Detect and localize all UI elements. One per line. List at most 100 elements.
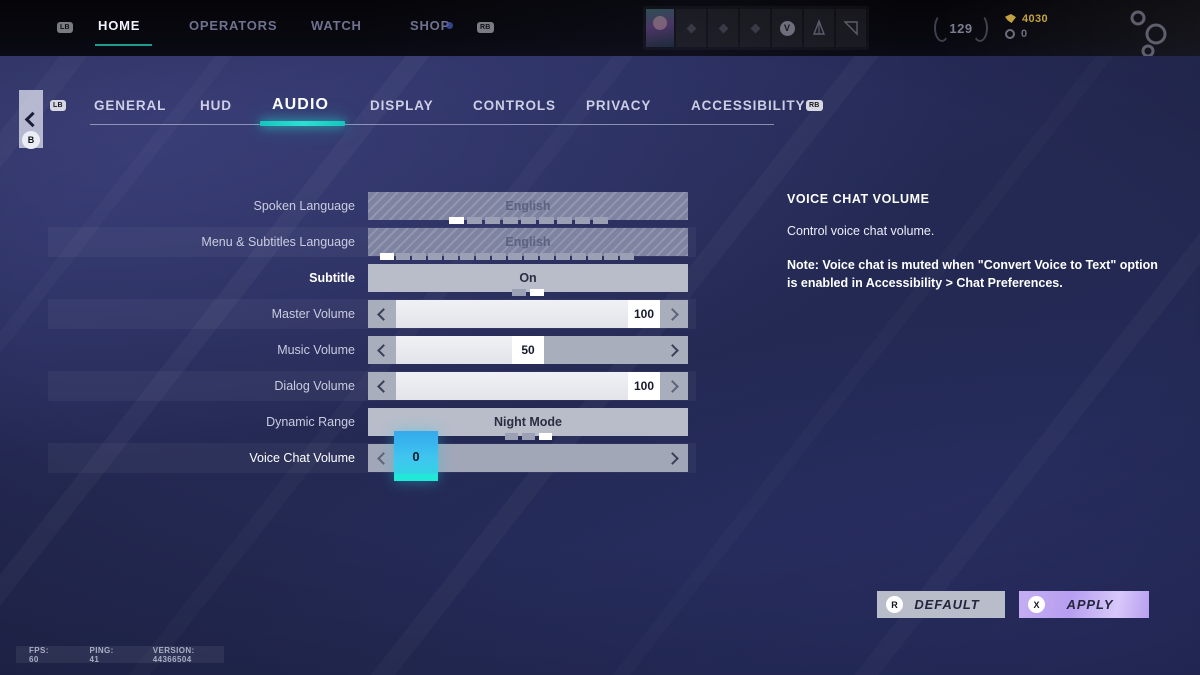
button-badge-r: R	[886, 596, 903, 613]
setting-label: Menu & Subtitles Language	[201, 235, 355, 249]
option-selector[interactable]: On	[368, 264, 688, 292]
loadout-slot-charm[interactable]: V	[772, 9, 802, 47]
chevron-right-icon	[666, 343, 679, 357]
setting-row-subtitle[interactable]: Subtitle On	[48, 263, 696, 296]
segment	[448, 217, 464, 224]
setting-row-dialog-volume[interactable]: Dialog Volume 100	[48, 371, 696, 401]
loadout-slot-1[interactable]	[676, 9, 706, 47]
segment	[556, 217, 572, 224]
nav-active-underline	[95, 44, 152, 46]
slider-dialog-volume[interactable]: 100	[368, 372, 688, 400]
decrement-arrow[interactable]	[368, 444, 396, 472]
slider-track[interactable]: 100	[396, 372, 660, 400]
setting-label: Subtitle	[309, 271, 355, 285]
badge-v-icon: V	[779, 20, 795, 36]
slider-voice-chat-volume[interactable]: 0	[368, 431, 688, 481]
loadout-slot-spray[interactable]	[804, 9, 834, 47]
increment-arrow[interactable]	[660, 372, 688, 400]
slider-value-selected: 0	[394, 431, 438, 481]
gear-icon[interactable]	[1122, 4, 1178, 56]
status-ping: PING: 41	[89, 645, 114, 664]
tab-display[interactable]: DISPLAY	[370, 98, 434, 113]
operator-portrait-icon[interactable]	[646, 9, 674, 47]
setting-control[interactable]: 0	[368, 431, 688, 481]
segment	[476, 253, 490, 260]
slider-music-volume[interactable]: 50	[368, 336, 688, 364]
setting-row-voice-chat-volume[interactable]: Voice Chat Volume 0	[48, 431, 696, 481]
loadout-slot-2[interactable]	[708, 9, 738, 47]
setting-row-spoken-language[interactable]: Spoken Language English	[48, 191, 696, 224]
setting-control[interactable]: English	[368, 228, 688, 260]
setting-control[interactable]: On	[368, 264, 688, 296]
setting-label: Dynamic Range	[266, 415, 355, 429]
setting-row-music-volume[interactable]: Music Volume 50	[48, 335, 696, 365]
tab-privacy[interactable]: PRIVACY	[586, 98, 651, 113]
segment	[524, 253, 538, 260]
nav-item-watch[interactable]: WATCH	[311, 18, 362, 33]
tab-active-indicator	[260, 121, 345, 126]
segment	[508, 253, 522, 260]
setting-label: Voice Chat Volume	[249, 451, 355, 465]
setting-label: Music Volume	[277, 343, 355, 357]
segment	[412, 253, 426, 260]
chevron-left-icon	[377, 307, 390, 321]
diamond-icon	[750, 23, 760, 33]
increment-arrow[interactable]	[660, 300, 688, 328]
decrement-arrow[interactable]	[368, 300, 396, 328]
status-bar: FPS: 60 PING: 41 VERSION: 44366504	[16, 645, 224, 664]
setting-row-menu-subtitles-language[interactable]: Menu & Subtitles Language English	[48, 227, 696, 260]
increment-arrow[interactable]	[660, 336, 688, 364]
setting-control[interactable]: 50	[368, 336, 688, 364]
tab-general[interactable]: GENERAL	[94, 98, 166, 113]
segment	[484, 217, 500, 224]
segment	[540, 253, 554, 260]
status-version: VERSION: 44366504	[152, 645, 195, 664]
slider-track[interactable]: 100	[396, 300, 660, 328]
setting-row-master-volume[interactable]: Master Volume 100	[48, 299, 696, 329]
chevron-right-icon	[666, 451, 679, 465]
slider-value: 50	[512, 336, 544, 364]
decrement-arrow[interactable]	[368, 372, 396, 400]
apply-button[interactable]: X APPLY	[1019, 591, 1149, 618]
slider-master-volume[interactable]: 100	[368, 300, 688, 328]
option-value: English	[505, 235, 551, 249]
tab-audio[interactable]: AUDIO	[272, 96, 329, 114]
chevron-left-icon	[24, 111, 41, 127]
default-button[interactable]: R DEFAULT	[877, 591, 1005, 618]
loadout-slot-3[interactable]	[740, 9, 770, 47]
nav-item-home[interactable]: HOME	[98, 18, 140, 33]
settings-gear-panel[interactable]	[936, 0, 1200, 56]
option-selector[interactable]: English	[368, 192, 688, 220]
increment-arrow[interactable]	[660, 444, 688, 472]
tab-accessibility[interactable]: ACCESSIBILITY	[691, 98, 805, 113]
loadout-slot-banner[interactable]	[836, 9, 866, 47]
segment	[556, 253, 570, 260]
slider-value: 100	[628, 300, 660, 328]
diamond-icon	[686, 23, 696, 33]
segment-indicator	[368, 253, 688, 260]
setting-control[interactable]: English	[368, 192, 688, 224]
setting-label: Spoken Language	[253, 199, 355, 213]
status-fps: FPS: 60	[29, 645, 49, 664]
nav-item-operators[interactable]: OPERATORS	[189, 18, 277, 33]
nav-item-shop[interactable]: SHOP	[410, 18, 450, 33]
chevron-right-icon	[666, 379, 679, 393]
option-value: Night Mode	[493, 415, 563, 429]
segment	[620, 253, 634, 260]
setting-control[interactable]: 100	[368, 300, 688, 328]
chevron-left-icon	[377, 451, 390, 465]
segment	[538, 433, 552, 440]
segment	[520, 217, 536, 224]
chevron-left-icon	[377, 343, 390, 357]
nav-rb-badge: RB	[477, 22, 494, 33]
tab-hud[interactable]: HUD	[200, 98, 232, 113]
option-selector[interactable]: English	[368, 228, 688, 256]
setting-row-dynamic-range[interactable]: Dynamic Range Night Mode	[48, 407, 696, 440]
info-panel-note: Note: Voice chat is muted when "Convert …	[787, 258, 1158, 291]
segment	[521, 433, 535, 440]
setting-control[interactable]: 100	[368, 372, 688, 400]
tab-controls[interactable]: CONTROLS	[473, 98, 556, 113]
slider-track[interactable]: 50	[396, 336, 660, 364]
decrement-arrow[interactable]	[368, 336, 396, 364]
segment	[396, 253, 410, 260]
